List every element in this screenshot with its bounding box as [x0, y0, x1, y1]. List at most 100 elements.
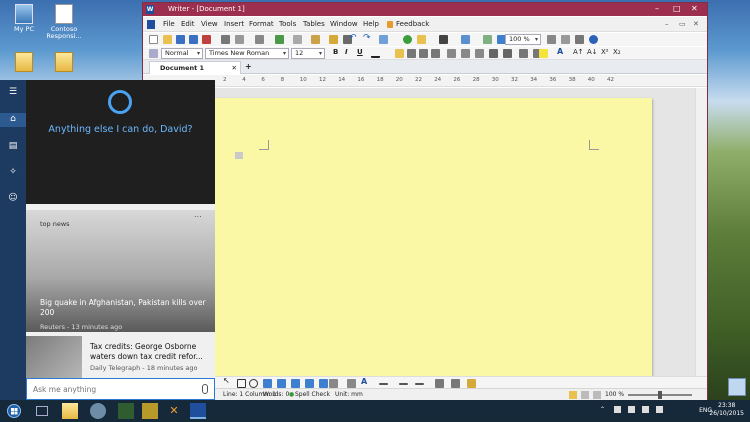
- line-spacing-icon[interactable]: [447, 49, 456, 58]
- cut-icon[interactable]: [255, 35, 264, 44]
- doc-close-button[interactable]: ✕: [693, 20, 699, 28]
- document-menu-icon[interactable]: [147, 20, 155, 29]
- zoom-in-icon[interactable]: [547, 35, 556, 44]
- web-icon[interactable]: [403, 35, 412, 44]
- highlight-icon[interactable]: [539, 49, 548, 58]
- draw-font-color-icon[interactable]: A: [361, 377, 370, 386]
- insert-icon[interactable]: [275, 35, 284, 44]
- lightbulb-icon[interactable]: ✧: [7, 166, 19, 178]
- print-icon[interactable]: [221, 35, 230, 44]
- news-card-story[interactable]: Tax credits: George Osborne waters down …: [26, 336, 215, 380]
- clock[interactable]: 23:38 26/10/2015: [709, 402, 744, 418]
- menu-feedback[interactable]: Feedback: [396, 20, 429, 28]
- menu-tools[interactable]: Tools: [279, 20, 296, 28]
- table-icon[interactable]: [461, 35, 470, 44]
- style-select[interactable]: Normal: [161, 48, 203, 59]
- recycle-bin-icon[interactable]: [728, 378, 746, 396]
- story-headline[interactable]: Big quake in Afghanistan, Pakistan kills…: [40, 298, 210, 318]
- shrink-font-icon[interactable]: A↓: [587, 48, 598, 57]
- app-icon-yellow[interactable]: [142, 403, 158, 419]
- desktop-icon-folder-2[interactable]: [42, 52, 86, 74]
- card-more-button[interactable]: ...: [194, 210, 202, 219]
- bullets-icon[interactable]: [489, 49, 498, 58]
- doc-restore-button[interactable]: ▭: [679, 20, 686, 28]
- desktop-icon-folder-1[interactable]: [2, 52, 46, 74]
- feedback-person-icon[interactable]: ☺: [7, 192, 19, 204]
- ellipse-icon[interactable]: [249, 379, 258, 388]
- story-headline[interactable]: Tax credits: George Osborne waters down …: [90, 342, 210, 362]
- menu-edit[interactable]: Edit: [181, 20, 195, 28]
- bookmark-icon[interactable]: [417, 35, 426, 44]
- zoom-select[interactable]: 100 %: [505, 34, 541, 45]
- help-icon[interactable]: [589, 35, 598, 44]
- font-size-select[interactable]: 12: [291, 48, 325, 59]
- document-page[interactable]: [211, 98, 652, 376]
- maximize-button[interactable]: □: [673, 4, 681, 13]
- rectangle-icon[interactable]: [237, 379, 246, 388]
- web-layout-icon[interactable]: [581, 391, 589, 399]
- export-icon[interactable]: [202, 35, 211, 44]
- redo-icon[interactable]: ↷: [363, 33, 372, 43]
- hyperlink-icon[interactable]: [379, 35, 388, 44]
- desktop-icon-my-pc[interactable]: My PC: [2, 4, 46, 33]
- flag-icon[interactable]: [656, 406, 663, 413]
- battery-icon[interactable]: [642, 406, 649, 413]
- select-arrow-icon[interactable]: ↖: [223, 376, 232, 385]
- browser-icon[interactable]: [90, 403, 106, 419]
- menu-insert[interactable]: Insert: [224, 20, 244, 28]
- outline-layout-icon[interactable]: [593, 391, 601, 399]
- file-explorer-icon[interactable]: [62, 403, 78, 419]
- search-input[interactable]: [33, 383, 193, 396]
- status-spell-check[interactable]: Spell Check: [295, 391, 330, 398]
- paste-options-icon[interactable]: [235, 152, 243, 159]
- copy-icon[interactable]: [293, 35, 302, 44]
- menu-file[interactable]: File: [163, 20, 175, 28]
- open-icon[interactable]: [163, 35, 172, 44]
- align-left-icon[interactable]: [395, 49, 404, 58]
- hamburger-menu-icon[interactable]: ☰: [7, 86, 19, 98]
- windows-start-icon[interactable]: [6, 404, 22, 418]
- fill-color-icon[interactable]: [329, 379, 338, 388]
- doc-minimize-button[interactable]: –: [665, 20, 669, 28]
- shadow-icon[interactable]: [435, 379, 444, 388]
- picture-icon[interactable]: [305, 379, 314, 388]
- news-card-top[interactable]: ... top news Big quake in Afghanistan, P…: [26, 210, 215, 332]
- arrange-icon[interactable]: [467, 379, 476, 388]
- subscript-icon[interactable]: X₂: [613, 48, 622, 57]
- menu-window[interactable]: Window: [330, 20, 358, 28]
- tab-document-1[interactable]: Document 1 ✕: [149, 61, 241, 74]
- horizontal-ruler[interactable]: 2 4 6 8 10 12 14 16 18 20 22 24 26 28 30 32 34 36 38 40 42: [143, 75, 707, 87]
- menu-view[interactable]: View: [201, 20, 218, 28]
- network-icon[interactable]: [614, 406, 621, 413]
- print-preview-icon[interactable]: [235, 35, 244, 44]
- text-color-icon[interactable]: [371, 49, 380, 58]
- format-painter-icon[interactable]: [329, 35, 338, 44]
- menu-help[interactable]: Help: [363, 20, 379, 28]
- menu-format[interactable]: Format: [249, 20, 274, 28]
- superscript-icon[interactable]: X²: [601, 48, 610, 57]
- microphone-icon[interactable]: [202, 384, 208, 394]
- save-icon[interactable]: [176, 35, 185, 44]
- dash-style-icon[interactable]: [399, 383, 408, 385]
- numbering-icon[interactable]: [503, 49, 512, 58]
- zoom-fit-icon[interactable]: [561, 35, 570, 44]
- arrow-style-icon[interactable]: [415, 383, 424, 385]
- notebook-icon[interactable]: ▤: [7, 140, 19, 152]
- undo-icon[interactable]: ↶: [349, 33, 358, 43]
- justify-icon[interactable]: [431, 49, 440, 58]
- bold-button[interactable]: B: [333, 48, 338, 56]
- underline-button[interactable]: U: [357, 48, 363, 56]
- writer-taskbar-icon[interactable]: [190, 403, 206, 419]
- grow-font-icon[interactable]: A↑: [573, 48, 584, 57]
- tray-chevron-icon[interactable]: ⌃: [600, 406, 605, 413]
- paste-icon[interactable]: [311, 35, 320, 44]
- font-select[interactable]: Times New Roman: [205, 48, 289, 59]
- columns-icon[interactable]: [439, 35, 448, 44]
- font-color-icon[interactable]: A: [557, 47, 566, 56]
- image-icon[interactable]: [483, 35, 492, 44]
- desktop-icon-contoso[interactable]: Contoso Responsi...: [42, 4, 86, 40]
- line-style-icon[interactable]: [379, 383, 388, 385]
- print-layout-icon[interactable]: [569, 391, 577, 399]
- home-icon[interactable]: ⌂: [0, 113, 26, 127]
- clipart-icon[interactable]: [319, 379, 328, 388]
